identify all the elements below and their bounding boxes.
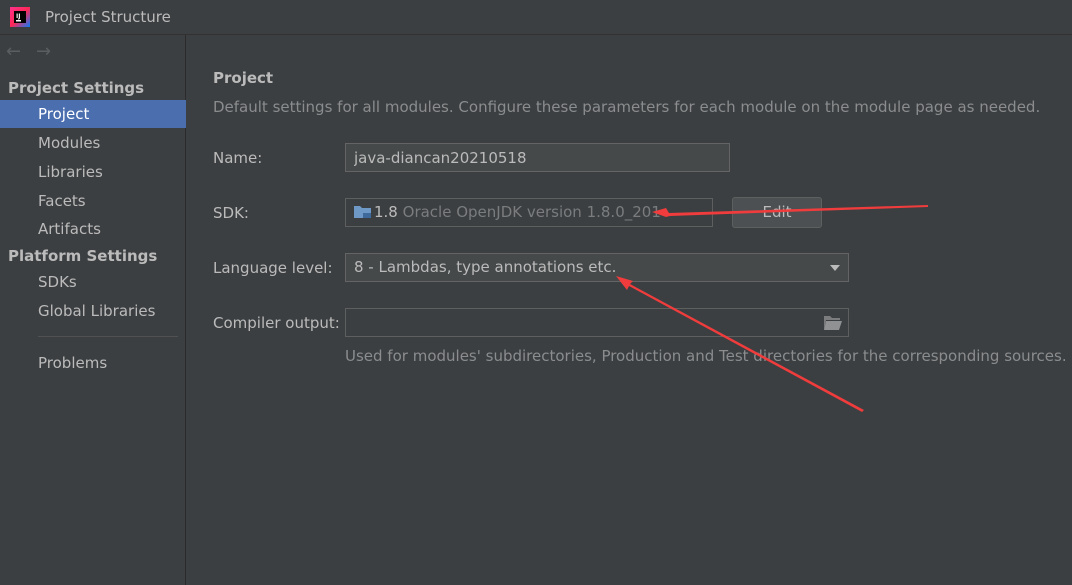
sidebar-item-project[interactable]: Project [0,100,186,128]
sidebar-item-global-libraries[interactable]: Global Libraries [0,297,186,325]
sidebar-item-libraries[interactable]: Libraries [0,158,186,186]
sidebar-item-problems[interactable]: Problems [0,349,186,377]
page-description: Default settings for all modules. Config… [213,98,1041,116]
name-field[interactable] [345,143,730,172]
sidebar-item-facets[interactable]: Facets [0,187,186,215]
title-bar: IJ Project Structure [0,0,1072,35]
chevron-down-icon [830,265,840,271]
sdk-edit-button[interactable]: Edit [732,197,822,228]
sdk-version: 1.8 [374,203,398,221]
language-level-value: 8 - Lambdas, type annotations etc. [354,258,617,276]
page-title: Project [213,69,274,87]
sdk-folder-icon [354,206,371,218]
section-header-platform-settings: Platform Settings [8,247,158,265]
forward-arrow-icon[interactable]: → [36,41,66,62]
nav-arrows: ← → [6,41,66,63]
compiler-output-field[interactable] [345,308,849,337]
back-arrow-icon[interactable]: ← [6,41,36,62]
language-level-label: Language level: [213,259,333,277]
intellij-idea-icon: IJ [10,7,30,27]
sdk-combo[interactable]: 1.8 Oracle OpenJDK version 1.8.0_201 [345,198,713,227]
sidebar-item-modules[interactable]: Modules [0,129,186,157]
svg-text:IJ: IJ [16,13,20,20]
sidebar: ← → Project Settings Project Modules Libr… [0,35,186,585]
name-label: Name: [213,149,263,167]
sidebar-divider [38,336,178,337]
compiler-output-label: Compiler output: [213,314,340,332]
main-panel: Project Default settings for all modules… [187,35,1072,585]
sdk-label: SDK: [213,204,249,222]
language-level-select[interactable]: 8 - Lambdas, type annotations etc. [345,253,849,282]
window-title: Project Structure [45,8,171,26]
section-header-project-settings: Project Settings [8,79,145,97]
sidebar-item-artifacts[interactable]: Artifacts [0,215,186,243]
folder-browse-icon[interactable] [824,315,842,330]
sidebar-item-sdks[interactable]: SDKs [0,268,186,296]
compiler-output-hint: Used for modules' subdirectories, Produc… [345,347,1067,365]
sdk-detail: Oracle OpenJDK version 1.8.0_201 [402,203,661,221]
